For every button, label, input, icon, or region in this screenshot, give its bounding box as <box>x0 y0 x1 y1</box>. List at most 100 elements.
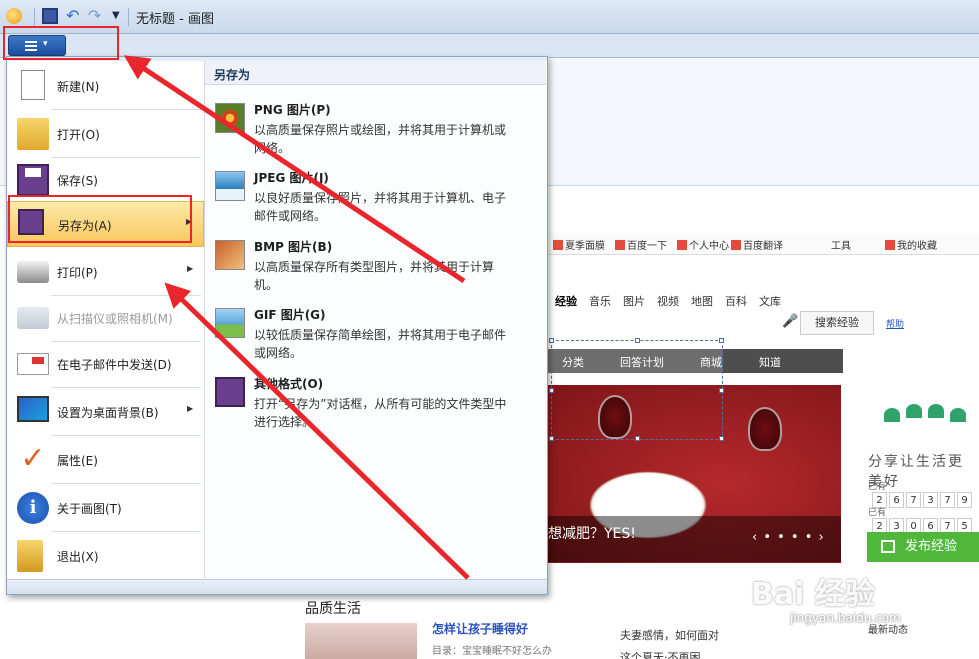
resize-handle[interactable] <box>549 436 554 441</box>
wine-glass-image <box>748 407 782 451</box>
list-item[interactable]: 夫妻感情，如何面对 <box>620 627 719 643</box>
save-icon <box>17 164 49 196</box>
resize-handle[interactable] <box>719 436 724 441</box>
resize-handle[interactable] <box>635 338 640 343</box>
list-item[interactable]: 这个夏天·不再困 <box>620 649 701 659</box>
search-tab[interactable]: 地图 <box>691 295 713 308</box>
menu-item-label: 新建(N) <box>57 80 100 94</box>
format-title: JPEG 图片(J) <box>254 171 329 185</box>
divider <box>51 387 201 388</box>
info-icon: i <box>17 492 49 524</box>
carousel-controls[interactable]: ‹ • • • • › <box>752 530 825 545</box>
search-button[interactable]: 搜索经验 <box>800 311 874 335</box>
resize-handle[interactable] <box>549 388 554 393</box>
properties-check-icon: ✓ <box>20 441 46 476</box>
format-description: 以高质量保存所有类型图片，并将其用于计算机。 <box>254 260 495 292</box>
submenu-header: 另存为 <box>205 61 546 85</box>
bookmark[interactable]: 工具 <box>831 237 851 252</box>
save-as-other-formats[interactable]: 其他格式(O) 打开“另存为”对话框，从所有可能的文件类型中进行选择。 <box>205 367 546 435</box>
undo-icon[interactable]: ↶ <box>66 8 82 24</box>
paint-app-icon[interactable] <box>6 8 22 24</box>
bmp-image-icon <box>215 240 245 270</box>
menu-item-about[interactable]: i 关于画图(T) <box>7 485 204 531</box>
menu-item-exit[interactable]: 退出(X) <box>7 533 204 579</box>
customize-dropdown-icon[interactable]: ▼ <box>112 8 128 24</box>
nav-item[interactable]: 知道 <box>759 354 781 370</box>
format-title: PNG 图片(P) <box>254 103 331 117</box>
menu-item-label: 从扫描仪或照相机(M) <box>57 312 173 326</box>
menu-item-send-email[interactable]: 在电子邮件中发送(D) <box>7 341 204 387</box>
menu-item-label: 属性(E) <box>57 454 98 468</box>
save-as-gif[interactable]: GIF 图片(G) 以较低质量保存简单绘图，并将其用于电子邮件或网络。 <box>205 298 546 366</box>
format-description: 以良好质量保存照片，并将其用于计算机、电子邮件或网络。 <box>254 191 507 223</box>
jpeg-image-icon <box>215 171 245 201</box>
stat-row: 已有 267379 <box>868 479 979 508</box>
divider <box>51 531 201 532</box>
bookmark[interactable]: 夏季面膜 <box>553 237 605 252</box>
nav-bar-extension: 知道 <box>723 349 843 373</box>
watermark-logo: Bai 经验 <box>751 577 875 612</box>
menu-item-set-desktop[interactable]: 设置为桌面背景(B) ▶ <box>7 389 204 435</box>
section-title: 品质生活 <box>305 601 361 617</box>
png-image-icon <box>215 103 245 133</box>
save-as-png[interactable]: PNG 图片(P) 以高质量保存照片或绘图，并将其用于计算机或网络。 <box>205 93 546 161</box>
article-title[interactable]: 怎样让孩子睡得好 <box>432 620 528 637</box>
submenu-arrow-icon: ▶ <box>187 264 194 273</box>
microphone-icon[interactable]: 🎤 <box>782 314 798 329</box>
publish-experience-button[interactable]: 发布经验 <box>867 532 979 562</box>
resize-handle[interactable] <box>719 388 724 393</box>
window-title: 无标题 - 画图 <box>136 12 214 27</box>
format-description: 以高质量保存照片或绘图，并将其用于计算机或网络。 <box>254 123 507 155</box>
article-subtitle: 目录：宝宝睡眠不好怎么办 <box>432 646 552 657</box>
jingyan-logo <box>880 402 970 446</box>
redo-icon[interactable]: ↷ <box>88 8 104 24</box>
menu-item-label: 关于画图(T) <box>57 502 122 516</box>
desktop-background-icon <box>17 396 49 422</box>
search-tab[interactable]: 图片 <box>623 295 645 308</box>
separator <box>128 8 129 26</box>
separator <box>34 8 35 26</box>
bookmark[interactable]: 个人中心 <box>677 237 729 252</box>
help-link[interactable]: 帮助 <box>886 317 904 330</box>
format-description: 以较低质量保存简单绘图，并将其用于电子邮件或网络。 <box>254 328 507 360</box>
menu-item-label: 在电子邮件中发送(D) <box>57 358 172 372</box>
search-tab[interactable]: 文库 <box>759 295 781 308</box>
search-tab[interactable]: 百科 <box>725 295 747 308</box>
menu-item-properties[interactable]: ✓ 属性(E) <box>7 437 204 483</box>
article-thumbnail[interactable] <box>305 623 417 659</box>
resize-handle[interactable] <box>635 436 640 441</box>
save-as-bmp[interactable]: BMP 图片(B) 以高质量保存所有类型图片，并将其用于计算机。 <box>205 230 546 298</box>
banner-caption: 想减肥？YES! <box>548 526 636 542</box>
save-icon[interactable] <box>42 8 58 24</box>
save-as-submenu: 另存为 PNG 图片(P) 以高质量保存照片或绘图，并将其用于计算机或网络。 J… <box>204 61 546 578</box>
open-folder-icon <box>17 118 49 150</box>
save-as-jpeg[interactable]: JPEG 图片(J) 以良好质量保存照片，并将其用于计算机、电子邮件或网络。 <box>205 161 546 229</box>
resize-handle[interactable] <box>549 338 554 343</box>
format-description: 打开“另存为”对话框，从所有可能的文件类型中进行选择。 <box>254 397 507 429</box>
divider <box>51 483 201 484</box>
bookmark[interactable]: 百度翻译 <box>731 237 783 252</box>
search-tab[interactable]: 音乐 <box>589 295 611 308</box>
menu-footer <box>7 579 547 594</box>
menu-item-new[interactable]: 新建(N) <box>7 63 204 109</box>
highlight-box-app-menu <box>3 26 119 60</box>
menu-item-open[interactable]: 打开(O) <box>7 111 204 157</box>
search-tab[interactable]: 经验 <box>555 295 577 308</box>
bookmark[interactable]: 百度一下 <box>615 237 667 252</box>
search-tab[interactable]: 视频 <box>657 295 679 308</box>
menu-item-print[interactable]: 打印(P) ▶ <box>7 249 204 295</box>
watermark-url: jingyan.baidu.com <box>790 611 901 625</box>
app-menu: 新建(N) 打开(O) 保存(S) 另存为(A) ▶ 打印(P) ▶ 从扫描仪或… <box>6 56 548 595</box>
ribbon-tab-strip <box>0 34 979 58</box>
menu-item-label: 打开(O) <box>57 128 100 142</box>
stat-row: 已有 230675 <box>868 505 979 534</box>
menu-item-label: 设置为桌面背景(B) <box>57 406 159 420</box>
bookmark[interactable]: 我的收藏 <box>885 237 937 252</box>
gif-image-icon <box>215 308 245 338</box>
title-bar: ↶ ↷ ▼ 无标题 - 画图 <box>0 0 979 34</box>
resize-handle[interactable] <box>719 338 724 343</box>
format-title: GIF 图片(G) <box>254 308 326 322</box>
selection-rectangle[interactable] <box>549 338 724 441</box>
exit-icon <box>17 540 43 572</box>
divider <box>51 109 201 110</box>
